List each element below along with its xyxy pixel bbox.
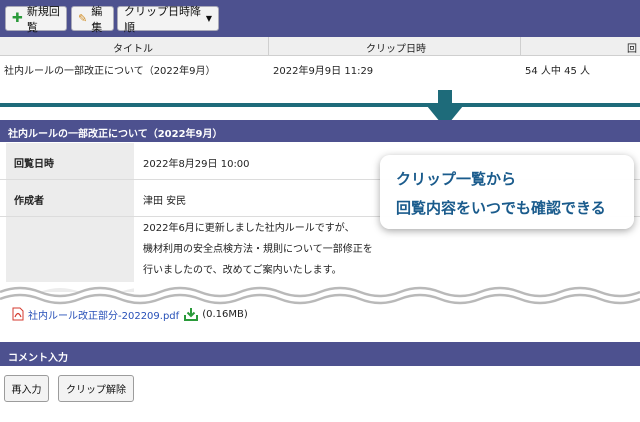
pencil-icon: ✎ xyxy=(78,12,88,25)
unclip-label: クリップ解除 xyxy=(66,385,126,396)
label-cell: 作成者 xyxy=(6,180,134,216)
reinput-label: 再入力 xyxy=(11,385,42,396)
list-header: タイトル クリップ日時 回 xyxy=(0,37,640,56)
row-read-count: 54 人中 45 人 xyxy=(525,66,590,77)
edit-label: 編集 xyxy=(91,4,103,34)
label-cell xyxy=(6,217,134,292)
sort-select-label: クリップ日時降順 xyxy=(124,4,201,34)
section-divider xyxy=(0,103,640,107)
chevron-down-icon: ▼ xyxy=(205,14,212,23)
sort-select[interactable]: クリップ日時降順 ▼ xyxy=(117,5,219,34)
callout-line-1: クリップ一覧から xyxy=(396,170,517,188)
column-clip-date: クリップ日時 xyxy=(366,44,426,55)
column-title: タイトル xyxy=(113,44,153,55)
row-title: 社内ルールの一部改正について（2022年9月） xyxy=(4,66,216,77)
reinput-button[interactable]: 再入力 xyxy=(4,375,49,402)
row-clip-date: 2022年9月9日 11:29 xyxy=(273,66,374,77)
column-divider xyxy=(268,37,269,55)
body-line: 機材利用の安全点検方法・規則について一部修正を xyxy=(143,244,373,255)
attachment: 社内ルール改正部分-202209.pdf (0.16MB) xyxy=(12,306,248,322)
author-value: 津田 安民 xyxy=(143,196,187,207)
body-line: 行いましたので、改めてご案内いたします。 xyxy=(143,265,342,276)
new-circular-button[interactable]: ✚ 新規回覧 xyxy=(5,5,67,34)
label-cell: 回覧日時 xyxy=(6,143,134,179)
column-divider xyxy=(520,37,521,55)
body-line: 2022年6月に更新しました社内ルールですが、 xyxy=(143,223,355,234)
pdf-icon xyxy=(12,307,24,321)
circulation-date-label: 回覧日時 xyxy=(14,159,54,170)
body-text: 2022年6月に更新しました社内ルールですが、 機材利用の安全点検方法・規則につ… xyxy=(143,218,373,281)
author-label: 作成者 xyxy=(14,196,44,207)
detail-title: 社内ルールの一部改正について（2022年9月） xyxy=(0,120,640,142)
new-circular-label: 新規回覧 xyxy=(26,4,60,34)
comment-section-header: コメント入力 xyxy=(0,342,640,366)
edit-button[interactable]: ✎ 編集 xyxy=(71,5,114,34)
attachment-size: (0.16MB) xyxy=(202,308,248,320)
callout-bubble: クリップ一覧から 回覧内容をいつでも確認できる xyxy=(380,155,634,229)
column-circulation: 回 xyxy=(627,44,637,55)
attachment-link[interactable]: 社内ルール改正部分-202209.pdf xyxy=(28,307,179,322)
unclip-button[interactable]: クリップ解除 xyxy=(58,375,134,402)
toolbar: ✚ 新規回覧 ✎ 編集 クリップ日時降順 ▼ xyxy=(0,0,640,37)
callout-line-2: 回覧内容をいつでも確認できる xyxy=(396,199,606,217)
download-icon[interactable] xyxy=(184,307,199,321)
circulation-date-value: 2022年8月29日 10:00 xyxy=(143,159,250,170)
table-row[interactable]: 社内ルールの一部改正について（2022年9月） 2022年9月9日 11:29 … xyxy=(0,57,640,79)
plus-icon: ✚ xyxy=(12,11,23,26)
